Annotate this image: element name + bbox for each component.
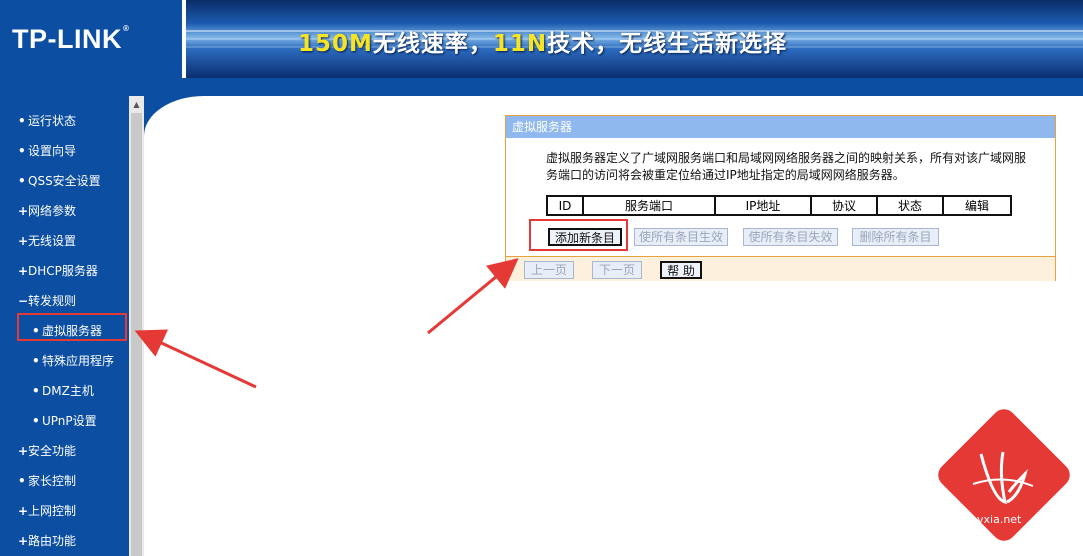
arrow-to-add-button [427, 258, 519, 335]
watermark-text: vxia.net [977, 513, 1022, 526]
arrow-to-menu-item [134, 329, 257, 389]
annotation-arrows [134, 258, 519, 389]
